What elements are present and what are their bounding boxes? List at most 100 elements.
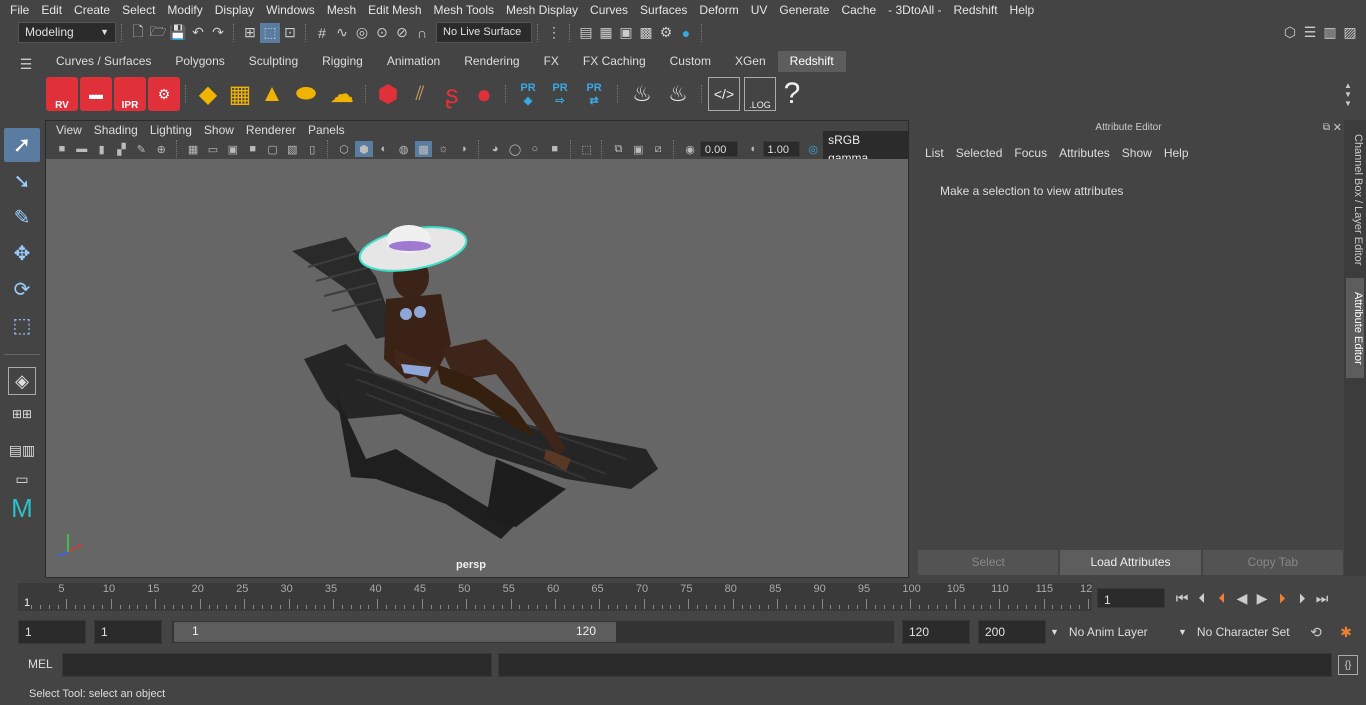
viewport-menu-lighting[interactable]: Lighting bbox=[144, 121, 198, 139]
play-forward-icon[interactable]: ▶ bbox=[1252, 588, 1272, 608]
safe-action-icon[interactable]: ▧ bbox=[283, 141, 301, 157]
ae-menu-show[interactable]: Show bbox=[1116, 142, 1158, 164]
bookmark-icon[interactable]: ▮ bbox=[93, 141, 111, 157]
select-button[interactable]: Select bbox=[918, 550, 1059, 575]
color-management-icon[interactable]: ◎ bbox=[804, 141, 822, 157]
live-surface-field[interactable]: No Live Surface bbox=[436, 22, 532, 43]
dof-icon[interactable]: ■ bbox=[546, 141, 564, 157]
redo-icon[interactable]: ↷ bbox=[208, 23, 228, 43]
snap-view-icon[interactable]: ⊙ bbox=[372, 23, 392, 43]
ae-menu-selected[interactable]: Selected bbox=[950, 142, 1009, 164]
render-view-icon[interactable]: ▦ bbox=[596, 23, 616, 43]
xray-joints-icon[interactable]: ▣ bbox=[629, 141, 647, 157]
ambient-occlusion-icon[interactable]: ◕ bbox=[486, 141, 504, 157]
tab-polygons[interactable]: Polygons bbox=[163, 51, 236, 72]
command-input[interactable] bbox=[62, 653, 492, 677]
ae-menu-list[interactable]: List bbox=[919, 142, 950, 164]
playback-start-field[interactable]: 1 bbox=[94, 620, 162, 644]
playback-end-field[interactable]: 120 bbox=[902, 620, 970, 644]
hypershade-icon[interactable]: ⚙ bbox=[656, 23, 676, 43]
viewport-menu-show[interactable]: Show bbox=[198, 121, 240, 139]
character-set-dropdown[interactable]: ▼ No Character Set bbox=[1178, 620, 1300, 644]
mode-dropdown[interactable]: Modeling ▼ bbox=[18, 22, 116, 43]
anti-alias-icon[interactable]: ○ bbox=[526, 141, 544, 157]
four-view-icon[interactable]: ⊞⊞ bbox=[4, 397, 40, 431]
gamma-icon[interactable]: ◖ bbox=[744, 141, 762, 157]
camera-icon[interactable]: ■ bbox=[53, 141, 71, 157]
range-slider[interactable]: 1 120 bbox=[172, 621, 894, 643]
resolution-gate-icon[interactable]: ▣ bbox=[224, 141, 242, 157]
select-component-icon[interactable]: ⊡ bbox=[280, 23, 300, 43]
snap-curve-icon[interactable]: ∿ bbox=[332, 23, 352, 43]
viewport-menu-view[interactable]: View bbox=[50, 121, 88, 139]
viewport-canvas[interactable]: persp bbox=[46, 159, 908, 577]
script-editor-icon[interactable]: </> bbox=[708, 77, 740, 111]
tab-attribute-editor[interactable]: Attribute Editor bbox=[1346, 278, 1364, 378]
history-icon[interactable]: ⋮ bbox=[544, 23, 564, 43]
render-icon[interactable]: ▩ bbox=[636, 23, 656, 43]
ipr-render-icon[interactable]: ▣ bbox=[616, 23, 636, 43]
tab-custom[interactable]: Custom bbox=[658, 51, 723, 72]
outliner-view-icon[interactable]: ▤▥ bbox=[4, 433, 40, 467]
render-sphere-icon[interactable]: ● bbox=[676, 23, 696, 43]
start-time-field[interactable]: 1 bbox=[18, 620, 86, 644]
snap-grid-icon[interactable]: # bbox=[312, 23, 332, 43]
step-back-frame-icon[interactable]: ⏴ bbox=[1212, 588, 1232, 608]
select-object-icon[interactable]: ⬚ bbox=[260, 22, 280, 43]
rs-hair-icon[interactable]: ⫽ bbox=[404, 77, 436, 111]
menu-generate[interactable]: Generate bbox=[773, 0, 835, 20]
viewport-menu-renderer[interactable]: Renderer bbox=[240, 121, 302, 139]
current-frame-field[interactable]: 1 bbox=[1097, 588, 1165, 608]
pr-export-icon[interactable]: PR ⇨ bbox=[544, 77, 576, 111]
tab-xgen[interactable]: XGen bbox=[723, 51, 778, 72]
menu-display[interactable]: Display bbox=[209, 0, 260, 20]
save-scene-icon[interactable]: 💾 bbox=[168, 23, 188, 43]
menu-windows[interactable]: Windows bbox=[260, 0, 321, 20]
ae-menu-attributes[interactable]: Attributes bbox=[1053, 142, 1116, 164]
workspace-icon[interactable]: ⬡ bbox=[1280, 23, 1300, 43]
exposure-field[interactable]: 0.00 bbox=[699, 141, 738, 157]
anim-layer-dropdown[interactable]: ▼ No Anim Layer bbox=[1050, 620, 1168, 644]
snap-point-icon[interactable]: ◎ bbox=[352, 23, 372, 43]
default-material-icon[interactable]: ◐ bbox=[375, 141, 393, 157]
open-scene-icon[interactable]: 🗁 bbox=[148, 23, 168, 43]
toggle-channel-box-icon[interactable]: ▥ bbox=[1320, 23, 1340, 43]
tab-fx-caching[interactable]: FX Caching bbox=[571, 51, 658, 72]
rs-volume-icon[interactable]: ⬢ bbox=[372, 77, 404, 111]
load-attributes-button[interactable]: Load Attributes bbox=[1060, 550, 1201, 575]
tab-fx[interactable]: FX bbox=[532, 51, 571, 72]
menu-mesh-display[interactable]: Mesh Display bbox=[500, 0, 584, 20]
menu-create[interactable]: Create bbox=[68, 0, 116, 20]
script-editor-icon[interactable]: {} bbox=[1338, 655, 1358, 675]
snap-surface-icon[interactable]: ⊘ bbox=[392, 23, 412, 43]
shelf-menu-icon[interactable]: ☰ bbox=[16, 54, 36, 74]
step-forward-key-icon[interactable]: ⏵ bbox=[1292, 588, 1312, 608]
menu-mesh-tools[interactable]: Mesh Tools bbox=[428, 0, 500, 20]
rs-sphere-icon[interactable]: ● bbox=[468, 77, 500, 111]
wireframe-icon[interactable]: ⬡ bbox=[335, 141, 353, 157]
wireframe-shaded-icon[interactable]: ◍ bbox=[395, 141, 413, 157]
isolate-select-icon[interactable]: ⬚ bbox=[578, 141, 596, 157]
range-slider-handle[interactable] bbox=[174, 622, 616, 642]
tab-animation[interactable]: Animation bbox=[375, 51, 452, 72]
select-hierarchy-icon[interactable]: ⊞ bbox=[240, 23, 260, 43]
rs-physical-light-icon[interactable]: ⬬ bbox=[288, 77, 324, 111]
step-forward-frame-icon[interactable]: ⏵ bbox=[1272, 588, 1292, 608]
new-scene-icon[interactable]: 🗋 bbox=[128, 23, 148, 43]
magnet-icon[interactable]: ∩ bbox=[412, 23, 432, 43]
ae-menu-help[interactable]: Help bbox=[1158, 142, 1195, 164]
shadows-icon[interactable]: ◑ bbox=[454, 141, 472, 157]
lasso-tool-icon[interactable]: ➘ bbox=[4, 164, 40, 198]
menu-redshift[interactable]: Redshift bbox=[948, 0, 1004, 20]
toggle-outliner-icon[interactable]: ☰ bbox=[1300, 23, 1320, 43]
tab-redshift[interactable]: Redshift bbox=[777, 51, 846, 72]
menu-select[interactable]: Select bbox=[116, 0, 161, 20]
log-icon[interactable]: .LOG bbox=[744, 77, 776, 111]
menu-edit[interactable]: Edit bbox=[35, 0, 68, 20]
menu-edit-mesh[interactable]: Edit Mesh bbox=[362, 0, 427, 20]
rs-render-view-icon[interactable]: RV bbox=[46, 77, 78, 111]
menu-surfaces[interactable]: Surfaces bbox=[634, 0, 693, 20]
menu-uv[interactable]: UV bbox=[745, 0, 774, 20]
ae-menu-focus[interactable]: Focus bbox=[1008, 142, 1053, 164]
copy-tab-button[interactable]: Copy Tab bbox=[1202, 550, 1343, 575]
